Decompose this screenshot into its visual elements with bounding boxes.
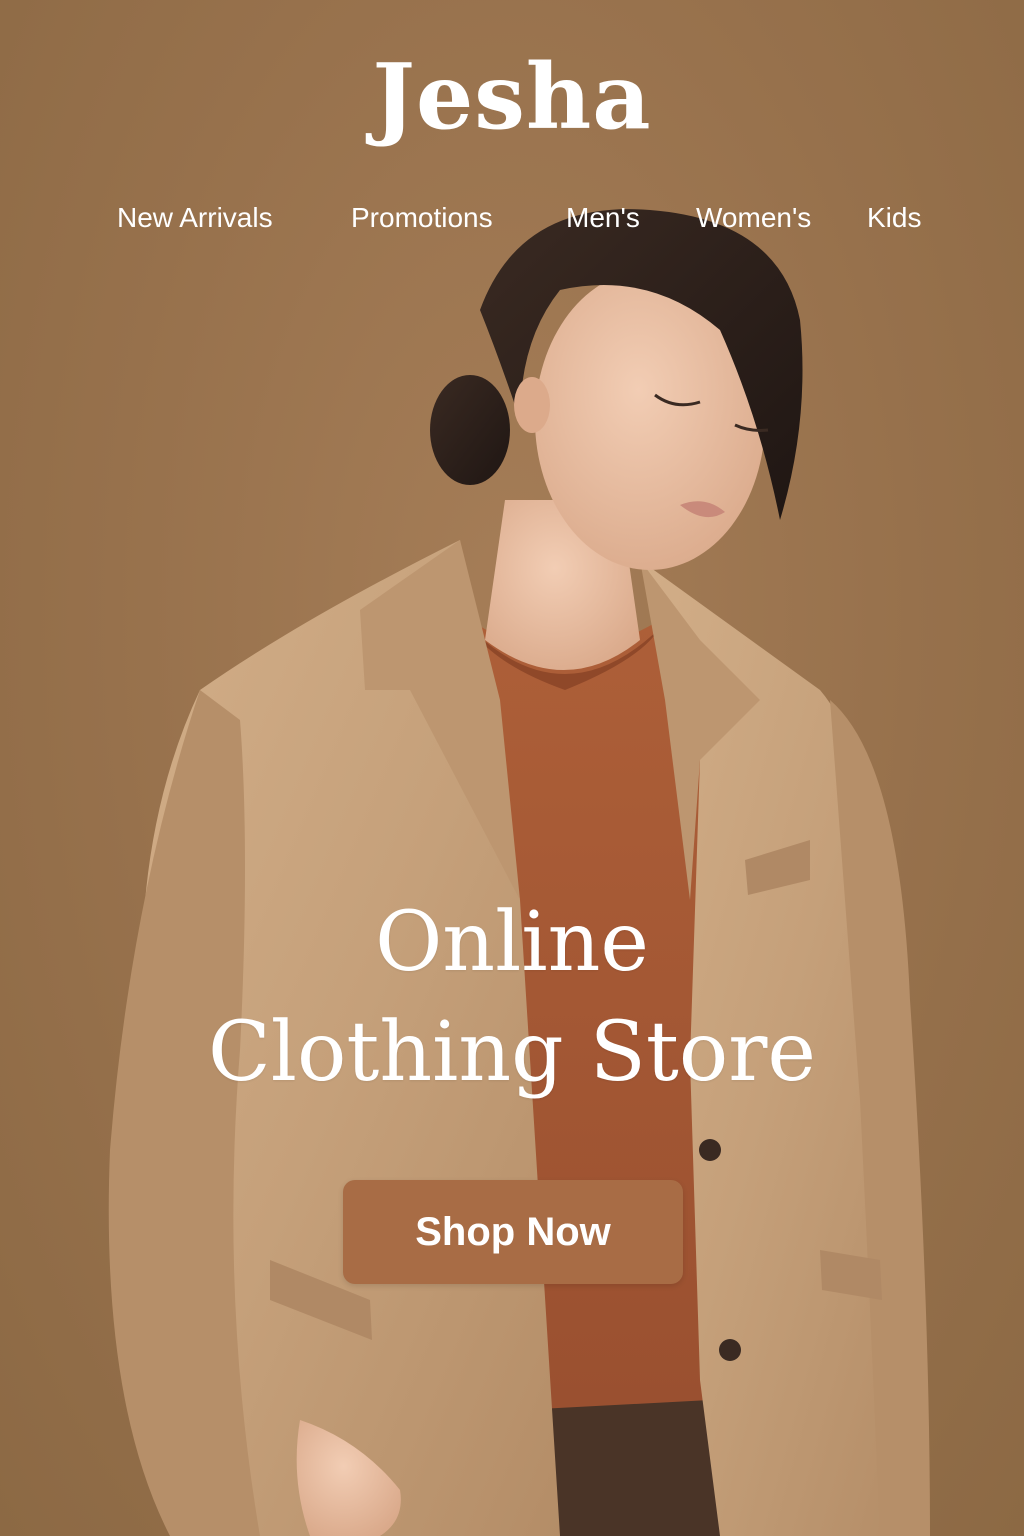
hero-title-line-1: Online [375,895,649,990]
shop-now-button[interactable]: Shop Now [343,1180,683,1284]
hero-title: Online Clothing Store [0,888,1024,1108]
nav-item-kids[interactable]: Kids [867,200,921,236]
main-nav: New Arrivals Promotions Men's Women's Ki… [0,200,1024,240]
nav-item-new-arrivals[interactable]: New Arrivals [117,200,273,236]
nav-item-promotions[interactable]: Promotions [351,200,493,236]
brand-logo[interactable]: Jesha [0,52,1024,142]
nav-item-womens[interactable]: Women's [696,200,811,236]
nav-item-mens[interactable]: Men's [566,200,640,236]
hero-title-line-2: Clothing Store [208,1005,816,1100]
